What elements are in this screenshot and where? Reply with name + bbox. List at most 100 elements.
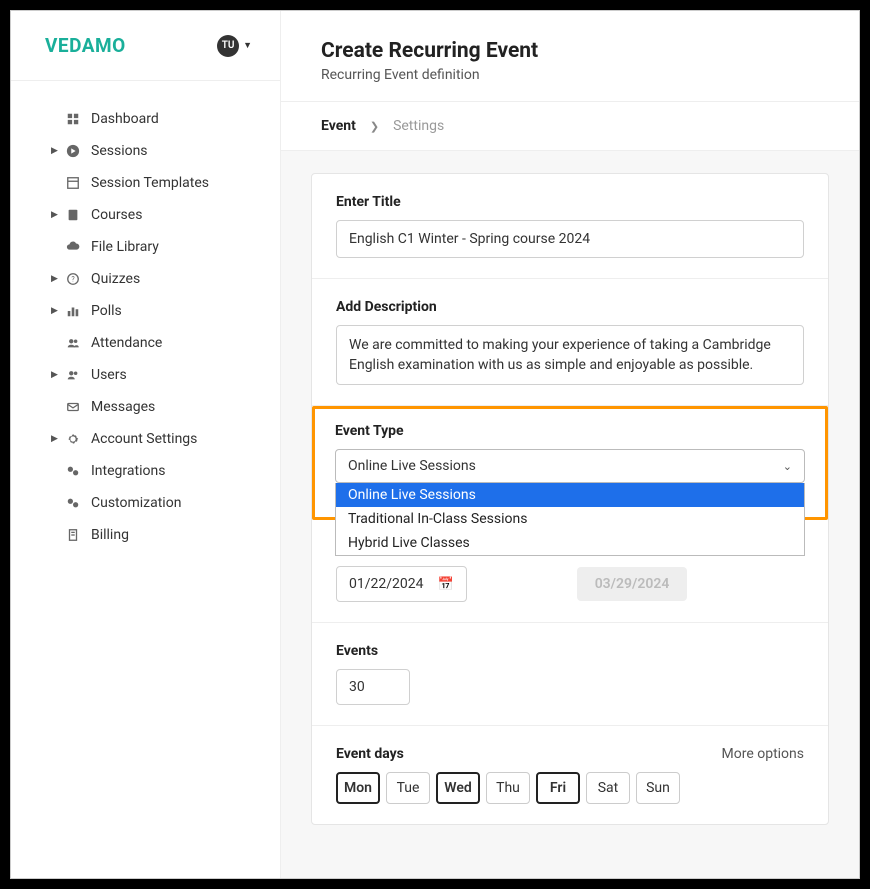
sidebar: VEDAMO TU ▼ Dashboard ▶ Sessions Session… (11, 11, 281, 878)
start-date-input[interactable]: 01/22/2024 📅 (336, 566, 467, 602)
description-label: Add Description (336, 299, 804, 315)
sidebar-item-label: Courses (91, 207, 142, 223)
gears-icon (65, 495, 81, 511)
more-options-link[interactable]: More options (722, 746, 805, 762)
breadcrumb-step-settings: Settings (393, 118, 444, 134)
description-section: Add Description We are committed to maki… (312, 279, 828, 406)
day-btn-wed[interactable]: Wed (436, 772, 480, 804)
description-input[interactable]: We are committed to making your experien… (336, 325, 804, 385)
sidebar-item-label: Account Settings (91, 431, 197, 447)
start-date-value: 01/22/2024 (349, 576, 424, 592)
chevron-right-icon: ▶ (51, 434, 58, 444)
sidebar-item-sessions[interactable]: ▶ Sessions (11, 135, 280, 167)
chevron-right-icon: ▶ (51, 146, 58, 156)
events-label: Events (336, 643, 804, 659)
sidebar-item-label: Sessions (91, 143, 148, 159)
sidebar-item-label: Attendance (91, 335, 162, 351)
sidebar-item-label: Quizzes (91, 271, 140, 287)
avatar: TU (217, 35, 239, 57)
event-type-section: Event Type Online Live Sessions ⌄ Online… (312, 406, 828, 520)
breadcrumb: Event ❯ Settings (281, 102, 859, 151)
event-type-label: Event Type (335, 423, 805, 439)
nav: Dashboard ▶ Sessions Session Templates ▶… (11, 81, 280, 573)
title-section: Enter Title (312, 174, 828, 279)
sidebar-item-label: Messages (91, 399, 155, 415)
dropdown-list: Online Live Sessions Traditional In-Clas… (335, 483, 805, 556)
day-btn-tue[interactable]: Tue (386, 772, 430, 804)
chevron-right-icon: ▶ (51, 370, 58, 380)
dropdown-option-hybrid[interactable]: Hybrid Live Classes (336, 531, 804, 555)
receipt-icon (65, 527, 81, 543)
users-icon (65, 367, 81, 383)
brand-logo: VEDAMO (45, 34, 126, 57)
sidebar-item-courses[interactable]: ▶ Courses (11, 199, 280, 231)
page-header: Create Recurring Event Recurring Event d… (281, 11, 859, 102)
sidebar-top: VEDAMO TU ▼ (11, 11, 280, 81)
sidebar-item-polls[interactable]: ▶ Polls (11, 295, 280, 327)
chevron-right-icon: ▶ (51, 274, 58, 284)
content-area: Enter Title Add Description We are commi… (281, 151, 859, 878)
caret-down-icon: ▼ (243, 40, 252, 51)
sidebar-item-billing[interactable]: Billing (11, 519, 280, 551)
dropdown-option-traditional[interactable]: Traditional In-Class Sessions (336, 507, 804, 531)
gear-icon (65, 431, 81, 447)
event-type-select[interactable]: Online Live Sessions ⌄ Online Live Sessi… (335, 449, 805, 483)
sidebar-item-dashboard[interactable]: Dashboard (11, 103, 280, 135)
mail-icon (65, 399, 81, 415)
event-days-section: Event days More options Mon Tue Wed Thu … (312, 726, 828, 824)
date-row: 01/22/2024 📅 03/29/2024 (336, 566, 804, 602)
day-btn-sun[interactable]: Sun (636, 772, 680, 804)
sidebar-item-label: Session Templates (91, 175, 209, 191)
sidebar-item-session-templates[interactable]: Session Templates (11, 167, 280, 199)
day-buttons: Mon Tue Wed Thu Fri Sat Sun (336, 772, 804, 804)
chevron-right-icon: ▶ (51, 306, 58, 316)
day-btn-sat[interactable]: Sat (586, 772, 630, 804)
sidebar-item-file-library[interactable]: File Library (11, 231, 280, 263)
sidebar-item-attendance[interactable]: Attendance (11, 327, 280, 359)
sidebar-item-users[interactable]: ▶ Users (11, 359, 280, 391)
dropdown-option-online[interactable]: Online Live Sessions (336, 483, 804, 507)
events-count-input[interactable] (336, 669, 410, 705)
end-date-display: 03/29/2024 (577, 567, 688, 601)
day-btn-thu[interactable]: Thu (486, 772, 530, 804)
days-header-row: Event days More options (336, 746, 804, 762)
chevron-right-icon: ▶ (51, 210, 58, 220)
main: Create Recurring Event Recurring Event d… (281, 11, 859, 878)
sidebar-item-label: Dashboard (91, 111, 159, 127)
play-circle-icon (65, 143, 81, 159)
events-count-section: Events (312, 623, 828, 726)
book-icon (65, 207, 81, 223)
sidebar-item-integrations[interactable]: Integrations (11, 455, 280, 487)
calendar-icon: 📅 (438, 577, 454, 592)
day-btn-mon[interactable]: Mon (336, 772, 380, 804)
users-icon (65, 335, 81, 351)
breadcrumb-step-event[interactable]: Event (321, 118, 356, 134)
svg-text:?: ? (71, 276, 75, 284)
template-icon (65, 175, 81, 191)
chevron-right-icon: ❯ (370, 120, 379, 133)
bar-chart-icon (65, 303, 81, 319)
sidebar-item-label: Billing (91, 527, 129, 543)
sidebar-item-label: Integrations (91, 463, 165, 479)
sidebar-item-label: File Library (91, 239, 159, 255)
select-display[interactable]: Online Live Sessions ⌄ (335, 449, 805, 483)
dashboard-icon (65, 111, 81, 127)
sidebar-item-label: Users (91, 367, 127, 383)
sidebar-item-quizzes[interactable]: ▶ ? Quizzes (11, 263, 280, 295)
sidebar-item-account-settings[interactable]: ▶ Account Settings (11, 423, 280, 455)
title-input[interactable] (336, 220, 804, 258)
title-label: Enter Title (336, 194, 804, 210)
day-btn-fri[interactable]: Fri (536, 772, 580, 804)
user-menu[interactable]: TU ▼ (217, 35, 252, 57)
sidebar-item-label: Customization (91, 495, 181, 511)
page-subtitle: Recurring Event definition (321, 67, 819, 83)
app-frame: VEDAMO TU ▼ Dashboard ▶ Sessions Session… (10, 10, 860, 879)
select-value: Online Live Sessions (348, 458, 476, 474)
page-title: Create Recurring Event (321, 39, 819, 63)
gears-icon (65, 463, 81, 479)
cloud-icon (65, 239, 81, 255)
help-circle-icon: ? (65, 271, 81, 287)
form-card: Enter Title Add Description We are commi… (311, 173, 829, 825)
sidebar-item-customization[interactable]: Customization (11, 487, 280, 519)
sidebar-item-messages[interactable]: Messages (11, 391, 280, 423)
